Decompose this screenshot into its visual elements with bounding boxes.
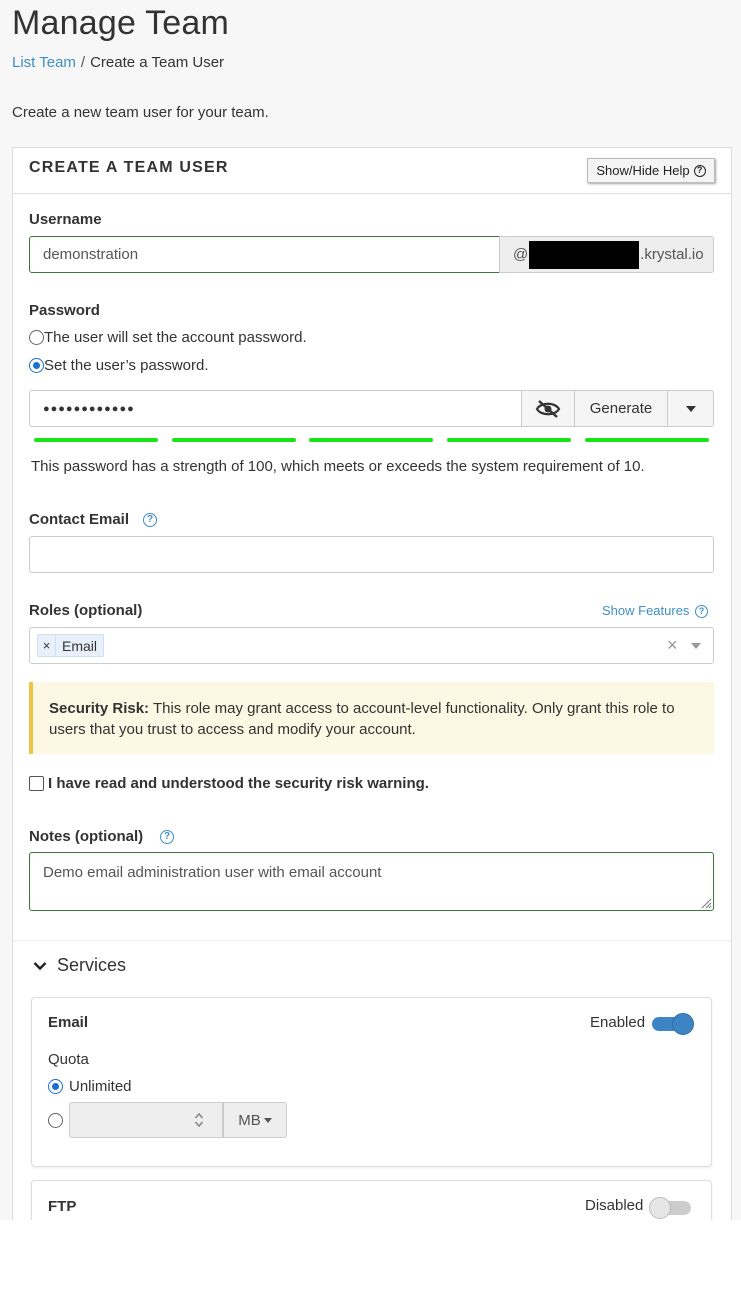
section-divider <box>13 940 731 941</box>
email-enabled-toggle[interactable] <box>652 1013 694 1035</box>
redacted-domain <box>529 240 640 269</box>
roles-select[interactable] <box>29 627 714 664</box>
quota-unlimited-label: Unlimited <box>69 1078 132 1095</box>
username-label: Username <box>29 211 102 228</box>
notes-text: Demo email administration user with emai… <box>43 864 382 881</box>
toggle-visibility-button[interactable] <box>521 390 575 427</box>
toggle-knob <box>649 1197 671 1219</box>
password-label: Password <box>29 302 100 319</box>
security-risk-alert: Security Risk: This role may grant acces… <box>29 682 714 754</box>
page-title: Manage Team <box>12 4 230 42</box>
quota-label: Quota <box>48 1051 89 1068</box>
caret-down-icon <box>685 405 696 412</box>
breadcrumb-current: Create a Team User <box>90 54 225 71</box>
username-domain-addon: @ .krystal.io <box>499 236 714 273</box>
username-input[interactable]: demonstration <box>29 236 500 273</box>
notes-label: Notes (optional) <box>29 828 144 845</box>
strength-segment <box>34 438 158 442</box>
ftp-service-title: FTP <box>48 1198 77 1215</box>
quota-unit-dropdown[interactable]: MB <box>223 1102 287 1138</box>
strength-segment <box>172 438 296 442</box>
user-sets-password-label: The user will set the account password. <box>44 329 307 346</box>
email-service-title: Email <box>48 1014 89 1031</box>
ftp-enabled-toggle[interactable] <box>649 1197 691 1219</box>
clear-selection-icon[interactable]: × <box>667 636 678 654</box>
generate-password-button[interactable]: Generate <box>574 390 668 427</box>
password-strength-text: This password has a strength of 100, whi… <box>31 458 645 475</box>
breadcrumb-separator: / <box>80 54 86 71</box>
question-circle-icon[interactable]: ? <box>160 830 174 844</box>
password-input[interactable]: ●●●●●●●●●●●● <box>29 390 522 427</box>
strength-segment <box>447 438 571 442</box>
quota-custom-radio[interactable] <box>48 1113 63 1128</box>
question-circle-icon[interactable]: ? <box>695 605 708 618</box>
acknowledge-risk-checkbox[interactable] <box>29 776 44 791</box>
breadcrumb: List Team / Create a Team User <box>12 54 224 71</box>
strength-segment <box>585 438 709 442</box>
services-toggle[interactable]: Services <box>33 955 126 976</box>
user-sets-password-radio[interactable] <box>29 330 44 345</box>
resize-handle-icon[interactable] <box>700 897 712 909</box>
quota-unlimited-radio[interactable] <box>48 1079 63 1094</box>
contact-email-label: Contact Email <box>29 511 130 528</box>
generate-options-dropdown[interactable] <box>667 390 714 427</box>
roles-label: Roles (optional) <box>29 602 143 619</box>
remove-tag-icon[interactable]: × <box>38 635 56 656</box>
page-intro: Create a new team user for your team. <box>12 104 269 121</box>
acknowledge-risk-label: I have read and understood the security … <box>48 775 429 792</box>
ftp-status-label: Disabled <box>585 1197 644 1214</box>
page: Manage Team List Team / Create a Team User… <box>0 0 741 1220</box>
notes-textarea[interactable]: Demo email administration user with emai… <box>29 852 714 911</box>
help-button-label: Show/Hide Help <box>596 163 690 178</box>
eye-slash-icon <box>535 399 561 418</box>
set-password-label: Set the user’s password. <box>44 357 209 374</box>
toggle-knob <box>672 1013 694 1035</box>
show-hide-help-button[interactable]: Show/Hide Help ? <box>587 158 715 183</box>
breadcrumb-list-team-link[interactable]: List Team <box>12 54 76 71</box>
quota-value-stepper[interactable] <box>69 1102 223 1138</box>
strength-segment <box>309 438 433 442</box>
question-circle-icon: ? <box>693 164 706 177</box>
email-status-label: Enabled <box>590 1014 646 1031</box>
stepper-arrows-icon[interactable] <box>194 1112 204 1128</box>
role-tag-label: Email <box>62 637 98 654</box>
domain-prefix: @ <box>513 246 529 263</box>
question-circle-icon[interactable]: ? <box>143 513 157 527</box>
chevron-down-icon <box>33 961 47 970</box>
security-risk-title: Security Risk: <box>49 700 150 717</box>
show-features-link[interactable]: Show Features <box>602 603 689 618</box>
caret-down-icon[interactable] <box>691 643 701 649</box>
caret-down-icon <box>263 1117 272 1123</box>
role-tag-email: × Email <box>37 634 105 657</box>
panel-header: CREATE A TEAM USER Show/Hide Help ? <box>13 148 731 194</box>
set-password-radio[interactable] <box>29 358 44 373</box>
services-heading: Services <box>57 955 127 975</box>
panel-heading: CREATE A TEAM USER <box>29 159 229 176</box>
contact-email-input[interactable] <box>29 536 714 573</box>
show-features-label: Show Features <box>602 603 690 618</box>
quota-unit-label: MB <box>238 1111 261 1129</box>
domain-suffix: .krystal.io <box>640 246 704 263</box>
